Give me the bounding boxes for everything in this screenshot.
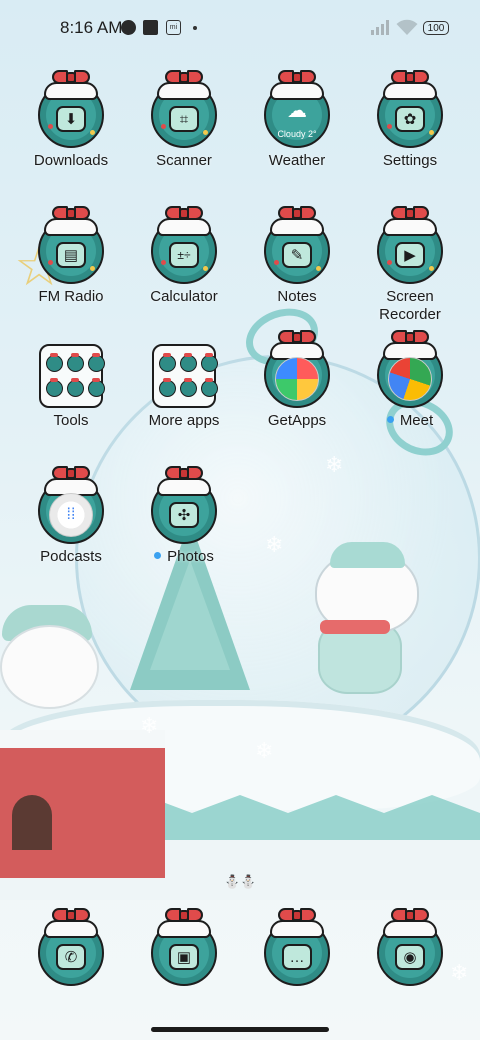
podcasts-icon: ⁞⁞ <box>66 505 76 523</box>
app-label: Downloads <box>33 152 109 169</box>
app-label: Tools <box>53 412 89 429</box>
wreath-frame: ⬇ <box>38 70 104 148</box>
app-label: FM Radio <box>38 288 104 305</box>
app-calculator[interactable]: ±÷ Calculator <box>128 206 240 306</box>
calculator-icon: ±÷ <box>169 242 199 269</box>
new-badge <box>386 416 394 423</box>
app-label: GetApps <box>267 412 327 429</box>
new-badge <box>154 552 162 559</box>
signal-icon <box>371 20 391 35</box>
wreath-frame: ▤ <box>38 206 104 284</box>
app-label: Weather <box>268 152 326 169</box>
snowflake-icon: ❄ <box>255 738 274 763</box>
app-screen-recorder[interactable]: ▶ Screen Recorder <box>354 206 466 324</box>
snowflake-icon: ❄ <box>265 532 284 557</box>
meet-icon <box>388 356 432 401</box>
notes-icon: ✎ <box>282 242 312 269</box>
wreath-frame: ✿ <box>377 70 443 148</box>
gallery-icon: ▣ <box>169 944 199 971</box>
house-door-illustration <box>12 795 52 850</box>
app-fm-radio[interactable]: ▤ FM Radio <box>15 206 127 306</box>
app-label: Meet <box>354 412 466 430</box>
dock-gallery[interactable]: ▣ <box>128 908 240 986</box>
wreath-frame <box>377 330 443 408</box>
scarf-illustration <box>320 620 390 634</box>
folder-more-apps[interactable]: More apps <box>128 330 240 430</box>
app-getapps[interactable]: GetApps <box>241 330 353 430</box>
app-notes[interactable]: ✎ Notes <box>241 206 353 306</box>
folder-icon <box>39 344 105 408</box>
app-podcasts[interactable]: ⁞⁞ Podcasts <box>15 466 127 566</box>
wreath-frame: ▶ <box>377 206 443 284</box>
download-icon: ⬇ <box>56 106 86 133</box>
scan-icon: ⌗ <box>169 106 199 133</box>
dock-phone[interactable]: ✆ <box>15 908 127 986</box>
app-label: Podcasts <box>40 548 102 565</box>
wreath-frame: ✎ <box>264 206 330 284</box>
wreath-frame: ±÷ <box>151 206 217 284</box>
app-meet[interactable]: Meet <box>354 330 466 430</box>
status-bar: 8:16 AM mi 100 <box>0 0 480 56</box>
app-label: Screen Recorder <box>379 288 441 323</box>
app-label: Settings <box>382 152 438 169</box>
wreath-frame: ◉ <box>377 908 443 986</box>
hat-illustration <box>330 542 405 568</box>
app-weather[interactable]: ☁ Cloudy 2° Weather <box>241 70 353 170</box>
photos-icon: ✣ <box>169 502 199 529</box>
snowflake-icon: ❄ <box>325 452 344 477</box>
dock-camera[interactable]: ◉ <box>354 908 466 986</box>
wifi-icon <box>396 19 418 35</box>
folder-icon <box>152 344 218 408</box>
radio-icon: ▤ <box>56 242 86 269</box>
wreath-frame: ☁ Cloudy 2° <box>264 70 330 148</box>
page-indicator[interactable]: ⛄⛄ <box>224 874 256 890</box>
notification-icon <box>143 20 158 35</box>
wreath-frame: ⁞⁞ <box>38 466 104 544</box>
wreath-frame: ▣ <box>151 908 217 986</box>
app-photos[interactable]: ✣ Photos <box>128 466 240 566</box>
getapps-icon <box>275 356 319 401</box>
christmas-tree-illustration <box>150 560 230 670</box>
app-settings[interactable]: ✿ Settings <box>354 70 466 170</box>
app-scanner[interactable]: ⌗ Scanner <box>128 70 240 170</box>
app-label: Calculator <box>150 288 218 305</box>
weather-summary: Cloudy 2° <box>277 129 317 139</box>
app-downloads[interactable]: ⬇ Downloads <box>15 70 127 170</box>
camera-icon: ◉ <box>395 944 425 971</box>
phone-icon: ✆ <box>56 944 86 971</box>
snowflake-icon: ❄ <box>140 713 159 738</box>
app-label: More apps <box>148 412 220 429</box>
cloud-icon: ☁ <box>287 99 307 122</box>
battery-icon: 100 <box>423 21 449 35</box>
folder-tools[interactable]: Tools <box>15 330 127 430</box>
dock-messages[interactable]: … <box>241 908 353 986</box>
wreath-frame: ⌗ <box>151 70 217 148</box>
app-label: Photos <box>128 548 240 566</box>
clock: 8:16 AM <box>60 18 123 37</box>
wreath-frame <box>264 330 330 408</box>
mi-icon: mi <box>166 20 181 35</box>
kitty-illustration <box>0 625 99 709</box>
app-label: Notes <box>277 288 317 305</box>
wreath-frame: ✣ <box>151 466 217 544</box>
settings-icon: ✿ <box>395 106 425 133</box>
home-gesture-bar[interactable] <box>151 1027 329 1032</box>
notification-icon <box>121 20 136 35</box>
more-notifications-icon <box>193 26 197 30</box>
messages-icon: … <box>282 944 312 971</box>
wreath-frame: ✆ <box>38 908 104 986</box>
video-icon: ▶ <box>395 242 425 269</box>
app-label: Scanner <box>156 152 212 169</box>
wreath-frame: … <box>264 908 330 986</box>
